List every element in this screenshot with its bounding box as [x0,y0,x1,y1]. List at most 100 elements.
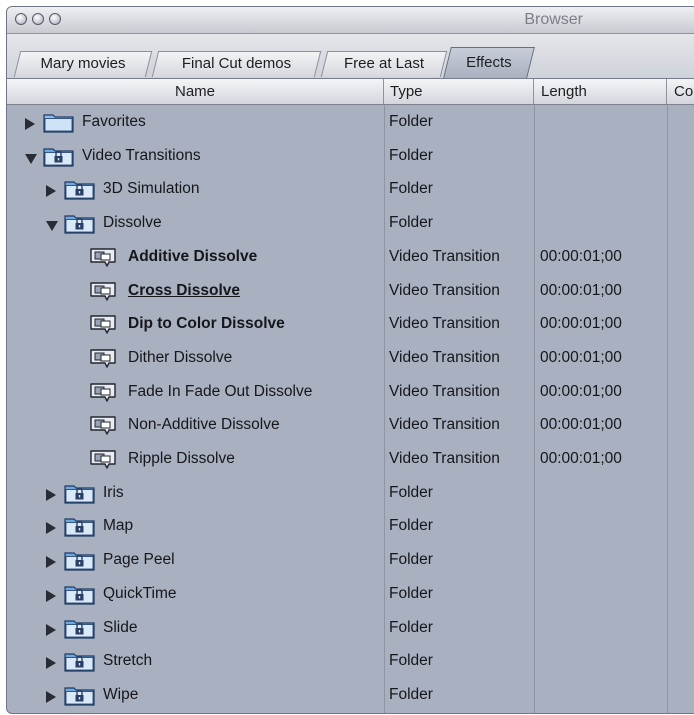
locked-folder-icon [43,146,74,172]
file-list: Favorites Folder Video Transitions Folder 3D… [7,105,694,713]
transition-icon [89,281,117,307]
list-item[interactable]: 3D Simulation Folder [7,172,694,206]
disclosure-triangle-collapsed-icon[interactable] [46,522,56,535]
disclosure-triangle-collapsed-icon[interactable] [25,118,35,130]
tab-effects[interactable]: Effects [443,47,535,78]
transition-icon [89,415,117,441]
close-button[interactable] [15,13,27,25]
item-name: Dip to Color Dissolve [128,315,285,333]
item-type: Folder [389,146,433,164]
tab-bar: Mary movies Final Cut demos Free at Last… [7,34,694,79]
list-item[interactable]: Additive Dissolve Video Transition 00:00:0… [7,240,694,274]
column-header-length[interactable]: Length [534,79,667,104]
item-type: Video Transition [389,382,500,400]
column-header: Name Type Length Co [7,79,694,105]
minimize-button[interactable] [32,13,44,25]
locked-folder-icon [64,179,95,205]
list-item[interactable]: Page Peel Folder [7,543,694,577]
disclosure-triangle-expanded-icon[interactable] [46,221,58,232]
item-name: 3D Simulation [103,180,200,198]
list-item[interactable]: Fade In Fade Out Dissolve Video Transitio… [7,375,694,409]
transition-icon [89,314,117,340]
item-type: Folder [389,483,433,501]
item-length: 00:00:01;00 [540,348,622,366]
item-type: Video Transition [389,416,500,434]
item-length: 00:00:01;00 [540,416,622,434]
item-name: Cross Dissolve [128,281,240,299]
item-length: 00:00:01;00 [540,247,622,265]
locked-folder-icon [64,651,95,677]
item-name: Ripple Dissolve [128,450,235,467]
disclosure-triangle-collapsed-icon[interactable] [46,690,56,703]
list-item[interactable]: Cross Dissolve Video Transition 00:00:01;0… [7,274,694,308]
disclosure-triangle-collapsed-icon[interactable] [46,488,56,501]
disclosure-triangle-collapsed-icon[interactable] [46,657,56,670]
item-name: Favorites [82,113,146,130]
transition-icon [89,348,117,374]
list-item[interactable]: Dip to Color Dissolve Video Transition 00:… [7,307,694,341]
locked-folder-icon [64,213,95,239]
list-item[interactable]: Video Transitions Folder [7,139,694,173]
column-header-comment[interactable]: Co [667,79,694,104]
list-item[interactable]: Slide Folder [7,611,694,645]
list-item[interactable]: Dissolve Folder [7,206,694,240]
column-header-name[interactable]: Name [7,79,384,104]
list-item[interactable]: Non-Additive Dissolve Video Transition 00:… [7,408,694,442]
item-type: Video Transition [389,247,500,265]
item-name: Map [103,517,134,535]
folder-icon [43,112,74,138]
disclosure-triangle-expanded-icon[interactable] [25,153,37,164]
disclosure-triangle-collapsed-icon[interactable] [46,623,56,636]
list-item[interactable]: Dither Dissolve Video Transition 00:00:01;… [7,341,694,375]
item-type: Video Transition [389,281,500,299]
transition-icon [89,247,117,273]
tab-label: Mary movies [40,55,126,72]
item-name: Iris [103,483,124,501]
item-length: 00:00:01;00 [540,450,622,467]
item-name: Wipe [103,685,139,703]
disclosure-triangle-collapsed-icon[interactable] [46,185,56,198]
item-name: Slide [103,618,138,636]
item-name: Page Peel [103,551,175,569]
item-length: 00:00:01;00 [540,281,622,299]
item-name: QuickTime [103,584,177,602]
window-title: Browser [524,11,583,28]
list-item[interactable]: Wipe Folder [7,678,694,712]
disclosure-triangle-collapsed-icon[interactable] [46,589,56,602]
locked-folder-icon [64,618,95,644]
item-name: Stretch [103,652,153,670]
tab-label: Effects [466,54,512,71]
tab-label: Free at Last [343,55,425,72]
disclosure-triangle-collapsed-icon[interactable] [46,556,56,569]
list-item[interactable]: Ripple Dissolve Video Transition 00:00:01;… [7,442,694,476]
item-name: Video Transitions [82,146,201,164]
list-item[interactable]: Stretch Folder [7,644,694,678]
locked-folder-icon [64,584,95,610]
item-type: Folder [389,113,433,130]
transition-icon [89,449,117,475]
list-item[interactable]: QuickTime Folder [7,577,694,611]
browser-window: Browser Mary movies Final Cut demos Free… [6,6,694,714]
item-length: 00:00:01;00 [540,382,622,400]
item-type: Video Transition [389,315,500,333]
title-bar[interactable]: Browser [7,7,694,34]
item-name: Dither Dissolve [128,348,233,366]
column-header-type[interactable]: Type [384,79,534,104]
item-type: Folder [389,685,433,703]
tab-free-at-last[interactable]: Free at Last [320,51,448,77]
zoom-button[interactable] [49,13,61,25]
item-type: Folder [389,517,433,535]
list-item[interactable]: Map Folder [7,509,694,543]
locked-folder-icon [64,516,95,542]
item-length: 00:00:01;00 [540,315,622,333]
tab-final-cut-demos[interactable]: Final Cut demos [151,51,322,77]
item-type: Folder [389,584,433,602]
tab-mary-movies[interactable]: Mary movies [13,51,153,77]
item-name: Dissolve [103,214,162,232]
item-type: Video Transition [389,348,500,366]
list-item[interactable]: Favorites Folder [7,105,694,139]
item-type: Folder [389,551,433,569]
tab-label: Final Cut demos [181,55,292,72]
locked-folder-icon [64,550,95,576]
list-item[interactable]: Iris Folder [7,476,694,510]
